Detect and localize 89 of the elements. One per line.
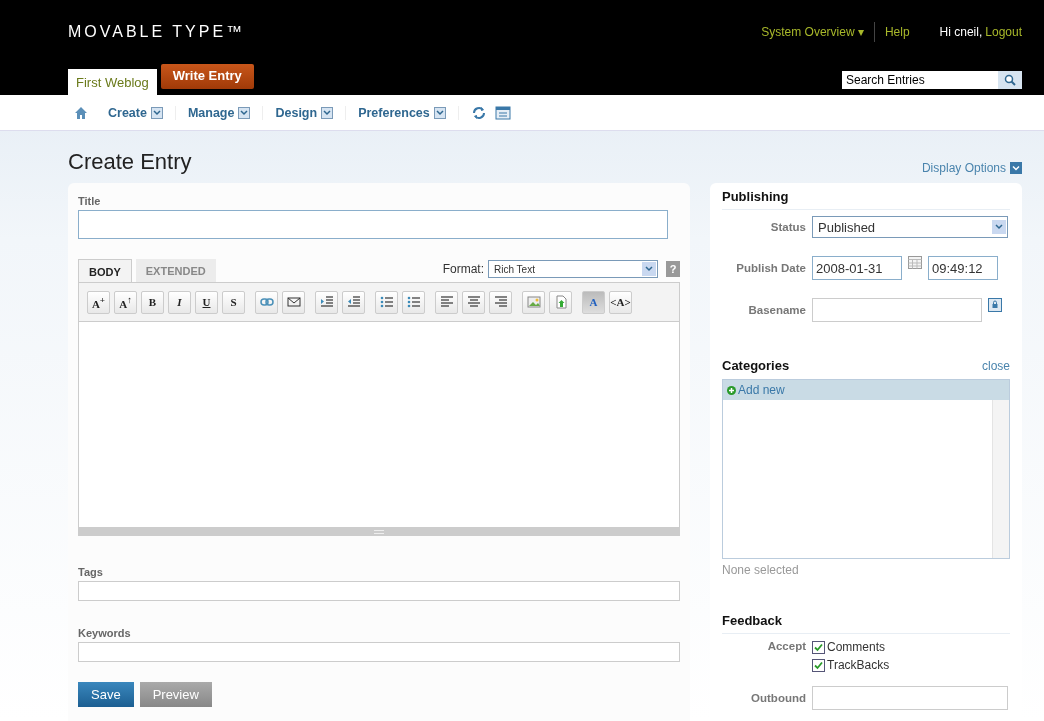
bulleted-list-icon (379, 295, 394, 309)
toolbar-button[interactable] (489, 290, 512, 314)
caret-icon (240, 109, 249, 116)
outbound-field[interactable] (812, 686, 1008, 710)
caret-icon (152, 109, 161, 116)
toolbar-button[interactable]: A (582, 290, 605, 314)
indent-icon (319, 295, 334, 309)
toolbar-button[interactable]: U (195, 290, 218, 314)
editor-tab[interactable]: BODY (78, 259, 132, 282)
toolbar-button[interactable] (462, 290, 485, 314)
basename-field[interactable] (812, 298, 982, 322)
keywords-label: Keywords (78, 627, 132, 639)
format-label: Format: (442, 262, 484, 276)
title-field[interactable] (78, 210, 668, 239)
align-left-icon (439, 295, 454, 309)
toolbar-button[interactable]: I (168, 290, 191, 314)
close-link[interactable]: close (982, 359, 1010, 373)
link-icon (259, 295, 274, 309)
search-icon[interactable] (998, 71, 1022, 89)
toolbar-button[interactable]: A$^{+}$ (87, 290, 110, 314)
nav-menu[interactable]: Design (263, 105, 347, 120)
refresh-icon[interactable] (470, 105, 487, 120)
add-new-link[interactable]: Add new (723, 380, 1009, 400)
caret-icon (995, 224, 1003, 230)
toolbar-button[interactable] (435, 290, 458, 314)
checkbox-option[interactable]: TrackBacks (812, 658, 890, 672)
save-button[interactable]: Save (78, 682, 134, 707)
tags-field[interactable] (78, 581, 680, 601)
status-label: Status (769, 221, 806, 233)
keywords-field[interactable] (78, 642, 680, 662)
align-right-icon (493, 295, 508, 309)
envelope-icon (286, 295, 301, 309)
window-icon[interactable] (494, 105, 511, 120)
image-icon (526, 295, 541, 309)
section-heading: Feedback (722, 613, 782, 628)
toolbar-button[interactable]: B (141, 290, 164, 314)
logout-link[interactable]: Logout (985, 25, 1022, 39)
outbound-label: Outbound (750, 692, 806, 704)
align-center-icon (466, 295, 481, 309)
caret-icon (323, 109, 332, 116)
date-label: Publish Date (735, 262, 806, 274)
calendar-icon[interactable] (908, 256, 922, 269)
status-select[interactable]: Published (812, 216, 1008, 238)
toolbar-button[interactable] (282, 290, 305, 314)
toolbar-button[interactable]: A$^{↑}$ (114, 290, 137, 314)
checkbox[interactable] (812, 640, 825, 654)
blog-tab[interactable]: First Weblog (68, 69, 157, 95)
nav-menu[interactable]: Create (96, 105, 176, 120)
checkbox-option[interactable]: Comments (812, 640, 890, 654)
resize-handle[interactable] (78, 528, 680, 536)
caret-icon (435, 109, 444, 116)
outdent-icon (346, 295, 361, 309)
format-select[interactable]: Rich Text (488, 260, 658, 278)
lock-icon[interactable] (988, 298, 1002, 312)
toolbar-button[interactable] (255, 290, 278, 314)
toolbar-button[interactable] (315, 290, 338, 314)
accept-label: Accept (766, 640, 806, 652)
home-icon[interactable] (74, 105, 88, 120)
system-overview-menu[interactable]: System Overview ▾ (761, 25, 864, 39)
toolbar-button[interactable]: <A> (609, 290, 632, 314)
toolbar-button[interactable] (402, 290, 425, 314)
plus-icon (727, 385, 736, 395)
toolbar-button[interactable] (375, 290, 398, 314)
section-heading: Publishing (722, 189, 789, 204)
logo[interactable]: MOVABLE TYPE™ (68, 23, 246, 41)
time-field[interactable]: 09:49:12 (928, 256, 998, 280)
help-link[interactable]: Help (884, 25, 910, 39)
greeting: Hi cneil, (939, 25, 983, 39)
page-title: Create Entry (68, 149, 192, 175)
checkbox[interactable] (812, 658, 825, 672)
selection-summary: None selected (722, 563, 800, 577)
toolbar-button[interactable] (549, 290, 572, 314)
section-heading: Categories (722, 358, 790, 373)
toolbar-button[interactable] (522, 290, 545, 314)
title-label: Title (78, 195, 102, 207)
scrollbar[interactable] (992, 400, 1009, 558)
caret-icon (645, 266, 653, 272)
write-entry-button[interactable]: Write Entry (160, 64, 254, 89)
nav-menu[interactable]: Preferences (346, 105, 459, 120)
tags-label: Tags (78, 566, 104, 578)
toolbar-button[interactable] (342, 290, 365, 314)
search-field[interactable]: Search Entries (842, 71, 998, 89)
date-field[interactable]: 2008-01-31 (812, 256, 902, 280)
file-upload-icon (553, 295, 568, 309)
caret-icon (1010, 162, 1022, 174)
nav-menu[interactable]: Manage (175, 105, 264, 120)
display-options-link[interactable]: Display Options (921, 161, 1022, 175)
basename-label: Basename (747, 304, 806, 316)
toolbar-button[interactable]: S (222, 290, 245, 314)
